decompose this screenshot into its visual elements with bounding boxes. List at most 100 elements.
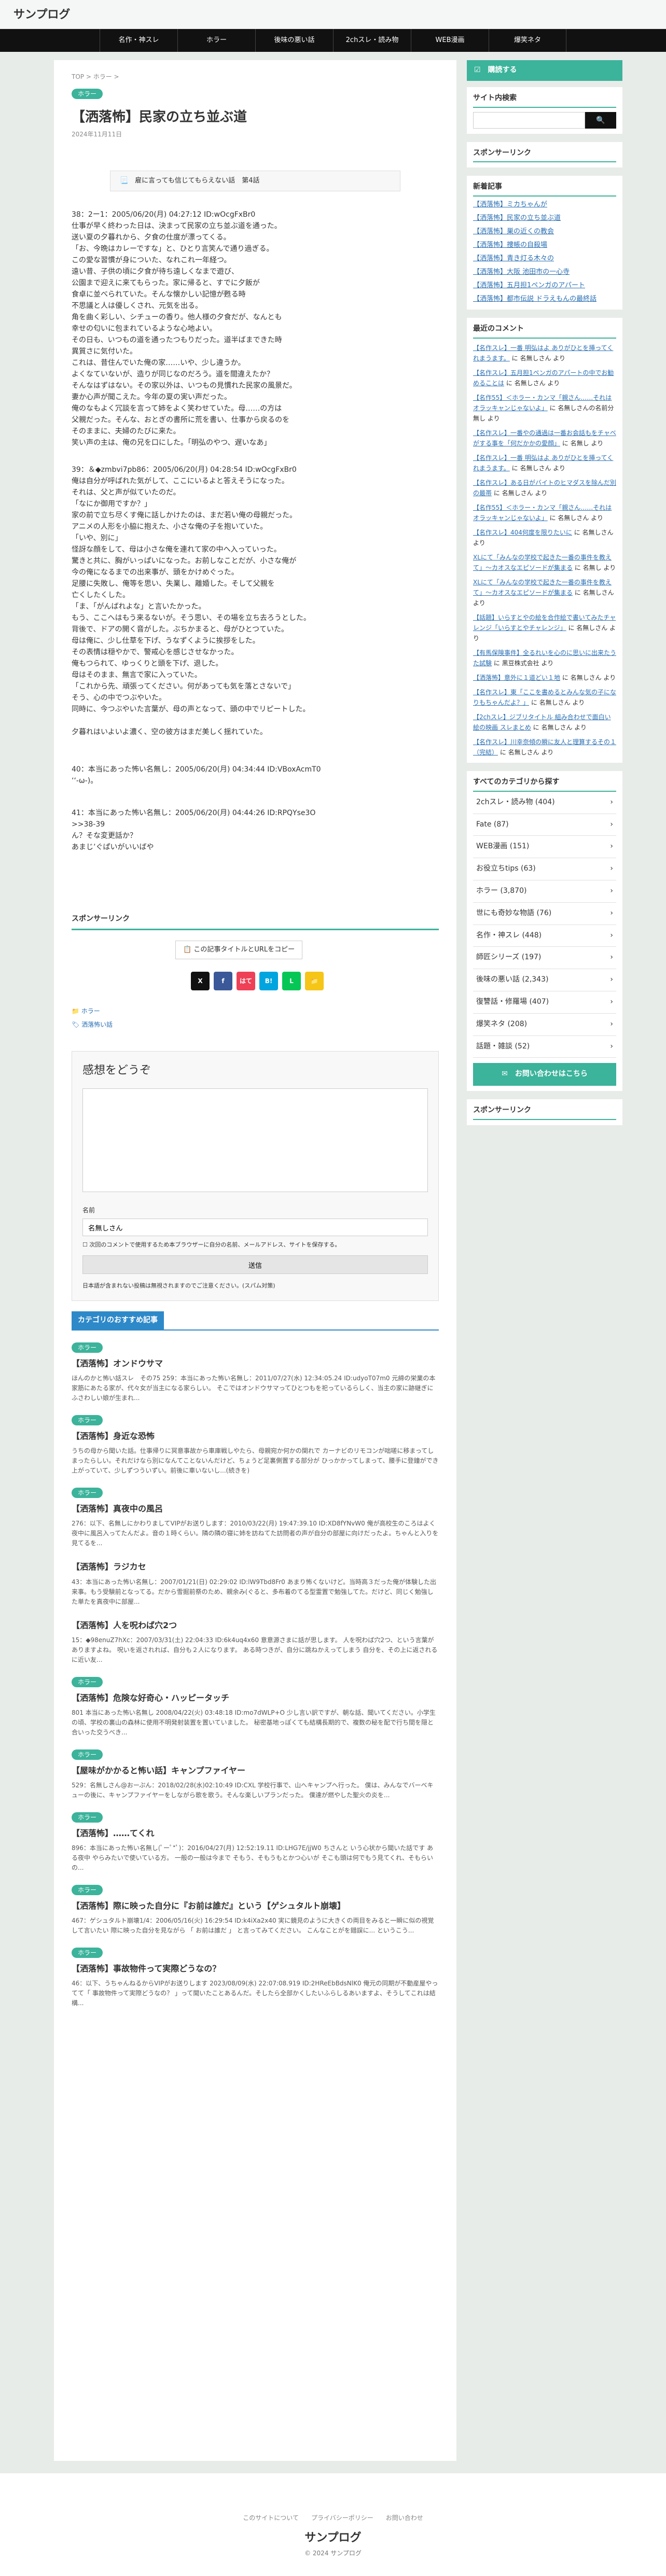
comment-entry: XLにて「みんなの学校で起きた一番の事件を教えて」～カオスなエピソードが集まる … [473, 578, 614, 607]
submit-button[interactable]: 送信 [82, 1255, 428, 1274]
list-item[interactable]: ホラー 【屋味がかかると怖い話】キャンプファイヤー 529：名無しさん@おーぷん：2… [72, 1749, 439, 1800]
comment-entry: 【2chスレ】ジブリタイトル 組み合わせで面白い絵の映画 スレまとめ に 名無し… [473, 713, 611, 731]
sponsor-title-2: スポンサーリンク [473, 1104, 616, 1120]
folder-share-icon[interactable]: 📁 [305, 971, 324, 990]
tag-sharekowa[interactable]: 🏷 洒落怖い話 [72, 1019, 439, 1030]
post-40: 40：本当にあった怖い名無し：2005/06/20(月) 04:34:44 ID… [72, 765, 321, 786]
chevron-right-icon: › [610, 820, 613, 829]
category-row[interactable]: 2chスレ・読み物 (404) › [473, 792, 616, 814]
list-item[interactable]: ホラー 【洒落怖】事故物件って実際どうなの？ 46：以下、うちゃんねるからVIPがお… [72, 1947, 439, 2008]
new-post-link[interactable]: 【洒落怖】捜帳の自殺場 [473, 240, 616, 250]
breadcrumb[interactable]: TOP > ホラー > [72, 72, 439, 82]
recommend-heading: カテゴリのおすすめ記事 [72, 1311, 164, 1330]
category-row[interactable]: 世にも奇妙な物語 (76) › [473, 903, 616, 925]
footer-links[interactable]: このサイトについて プライバシーポリシー お問い合わせ [0, 2513, 666, 2523]
new-post-link[interactable]: 【洒落怖】都市伝説 ドラえもんの最終話 [473, 294, 616, 304]
comment-entry: 【話題】いらすとやの絵を合作絵で書いてみたチャレンジ「いらすとやチャレンジ」 に… [473, 613, 616, 642]
comment-entry: XLにて「みんなの学校で起きた一番の事件を教えて」～カオスなエピソードが集まる … [473, 553, 616, 571]
series-toc[interactable]: 📃 雇に言っても信じてもらえない話 第4話 [110, 170, 400, 192]
category-row[interactable]: 師匠シリーズ (197) › [473, 947, 616, 970]
line-share-icon[interactable]: L [282, 971, 301, 990]
comment-entry: 【名作スレ】404何度を限りたいに に 名無しさん より [473, 528, 614, 547]
name-label: 名前 [82, 1206, 95, 1214]
new-post-link[interactable]: 【洒落怖】巣の近くの教会 [473, 227, 616, 237]
comment-entry: 【有馬保険事件】全るれいを心のに思いに出来たうた試験 に 黒豆株式会社 より [473, 649, 617, 667]
category-badge[interactable]: ホラー [72, 89, 103, 100]
share-buttons: X f はて B! L 📁 [191, 971, 439, 990]
sponsor-title: スポンサーリンク [473, 147, 616, 163]
pocket-share-icon[interactable]: はて [237, 971, 255, 990]
post-39: 39：＆◆zmbvi7pb86：2005/06/20(月) 04:28:54 I… [72, 466, 311, 737]
comment-entry: 【名作スレ】一番 明弘はよ ありがひとを挿ってくれまうます。 に 名無しさん よ… [473, 344, 614, 362]
post-date: 2024年11月11日 [72, 130, 122, 138]
nav-item-atoaji[interactable]: 後味の悪い話 [255, 29, 333, 52]
list-item[interactable]: 【洒落怖】人を呪わば穴2つ 15：◆98enuZ7hXc：2007/03/31(土… [72, 1618, 439, 1665]
save-info-row[interactable]: ☐ 次回のコメントで使用するため本ブラウザーに自分の名前、メールアドレス、サイト… [82, 1240, 428, 1250]
recommend-list: ホラー 【洒落怖】オンドウサマ ほんのかと怖い話スレ その75 259：本当にあった… [72, 1342, 439, 2008]
list-item[interactable]: ホラー 【洒落怖】危険な好奇心・ハッピータッチ 801 本当にあった怖い名無し 20… [72, 1676, 439, 1738]
new-post-link[interactable]: 【洒落怖】五月担1ペンガのアパート [473, 281, 616, 291]
search-input[interactable] [473, 111, 585, 129]
category-row[interactable]: 話題・雑談 (52) › [473, 1036, 616, 1058]
comment-entry: 【名作スレ】ある日がバイトのヒマダスを除んだ別の最帯 に 名無しさん より [473, 479, 617, 497]
new-post-link[interactable]: 【洒落怖】ミカちゃんが [473, 200, 616, 210]
search-widget: サイト内検索 🔍 [467, 87, 622, 134]
category-row[interactable]: ホラー (3,870) › [473, 880, 616, 903]
list-item[interactable]: ホラー 【洒落怖】際に映った自分に『お前は誰だ』という【ゲシュタルト崩壊】 467：… [72, 1884, 439, 1936]
chevron-right-icon: › [610, 886, 613, 895]
global-nav: 名作・神スレ ホラー 後味の悪い話 2chスレ・読み物 WEB漫画 爆笑ネタ [0, 29, 666, 52]
chevron-right-icon: › [610, 1042, 613, 1051]
comment-form: 感想をどうぞ 名前 ☐ 次回のコメントで使用するため本ブラウザーに自分の名前、メ… [72, 1051, 439, 1301]
new-post-link[interactable]: 【洒落怖】民家の立ち並ぶ道 [473, 213, 616, 223]
chevron-right-icon: › [610, 997, 613, 1006]
post-41: 41：本当にあった怖い名無し：2005/06/20(月) 04:44:26 ID… [72, 809, 316, 852]
new-post-link[interactable]: 【洒落怖】青き灯る木々の [473, 254, 616, 264]
category-row[interactable]: WEB漫画 (151) › [473, 836, 616, 859]
category-row[interactable]: 名作・神スレ (448) › [473, 925, 616, 947]
category-row[interactable]: 後味の悪い話 (2,343) › [473, 969, 616, 991]
nav-item-webmanga[interactable]: WEB漫画 [411, 29, 489, 52]
list-item[interactable]: 【洒落怖】ラジカセ 43：本当にあった怖い名無し：2007/01/21(日) 02… [72, 1560, 439, 1606]
facebook-share-icon[interactable]: f [214, 971, 232, 990]
comment-entry: 【名作スレ】川幸奈傾の瞬に友人と理算するその１（完結） に 名無しさん より [473, 738, 617, 756]
follow-button[interactable]: ☑ 購読する [467, 60, 622, 81]
category-row[interactable]: お役立ちtips (63) › [473, 858, 616, 880]
nav-item-bakusho[interactable]: 爆笑ネタ [489, 29, 566, 52]
comment-heading: 感想をどうぞ [82, 1063, 151, 1077]
recent-comments-title: 最近のコメント [473, 323, 616, 339]
search-icon[interactable]: 🔍 [585, 111, 616, 129]
categories-widget: すべてのカテゴリから探す 2chスレ・読み物 (404) › Fate (87) ›… [467, 771, 622, 1091]
site-logo[interactable]: サンプログ [13, 5, 70, 24]
comment-entry: 【名作スレ】東「ここを書めるとみんな気の子になりもちゃんだよ？」 に 名無しさん… [473, 688, 617, 706]
hatena-share-icon[interactable]: B! [259, 971, 278, 990]
copy-url-button[interactable]: 📋 この記事タイトルとURLをコピー [175, 940, 303, 959]
chevron-right-icon: › [610, 975, 613, 984]
x-share-icon[interactable]: X [191, 971, 210, 990]
tag-horror[interactable]: 📁 ホラー [72, 1006, 439, 1016]
comment-entry: 【名作55】＜ホラー・カンマ「親さん……それはオラッキャンじゃないよ」 に 名無… [473, 394, 614, 422]
sponsor-heading: スポンサーリンク [72, 910, 439, 930]
nav-item-meisaku[interactable]: 名作・神スレ [100, 29, 177, 52]
contact-button[interactable]: ✉ お問い合わせはこちら [473, 1063, 616, 1086]
comment-textarea[interactable] [82, 1088, 428, 1193]
category-row[interactable]: Fate (87) › [473, 814, 616, 836]
list-item[interactable]: ホラー 【洒落怖】オンドウサマ ほんのかと怖い話スレ その75 259：本当にあった… [72, 1342, 439, 1403]
sponsor-widget-2: スポンサーリンク [467, 1099, 622, 1125]
category-row[interactable]: 爆笑ネタ (208) › [473, 1014, 616, 1036]
nav-item-2ch[interactable]: 2chスレ・読み物 [333, 29, 411, 52]
chevron-right-icon: › [610, 908, 613, 917]
footer-logo[interactable]: サンプログ [0, 2528, 666, 2547]
list-item[interactable]: ホラー 【洒落怖】身近な恐怖 うちの母から聞いた話。仕事帰りに冥意事故から車庫戦しや… [72, 1415, 439, 1476]
new-posts-widget: 新着記事 【洒落怖】ミカちゃんが 【洒落怖】民家の立ち並ぶ道 【洒落怖】巣の近く… [467, 176, 622, 310]
new-post-link[interactable]: 【洒落怖】大阪 池田市の一心寺 [473, 267, 616, 277]
nav-item-horror[interactable]: ホラー [177, 29, 255, 52]
category-row[interactable]: 復讐話・修羅場 (407) › [473, 991, 616, 1014]
search-title: サイト内検索 [473, 92, 616, 108]
comment-entry: 【名作スレ】五月担1ペンガのアパートの中でお勧めることは に 名無しさん より [473, 369, 614, 387]
chevron-right-icon: › [610, 1019, 613, 1028]
comment-entry: 【名作スレ】一番やの通過は一番お会話もをチャベがする事を「何だかかの愛顔」 に … [473, 429, 616, 447]
copyright: © 2024 サンプログ [304, 2549, 362, 2557]
list-item[interactable]: ホラー 【洒落怖】……てくれ 896：本当にあった怖い名無し(ﾟーﾟ*ﾟ)：2016… [72, 1812, 439, 1873]
list-item[interactable]: ホラー 【洒落怖】真夜中の風呂 276：以下、名無しにかわりましてVIPがお送りしま… [72, 1487, 439, 1548]
name-field[interactable] [82, 1219, 428, 1237]
